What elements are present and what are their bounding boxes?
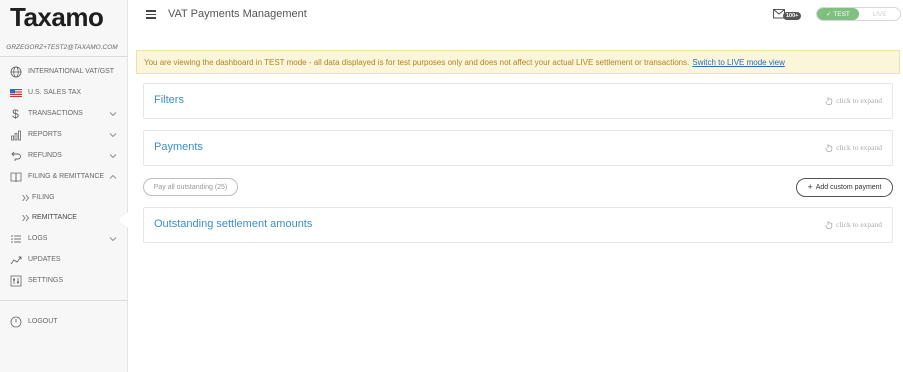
double-chevron-icon [19, 211, 32, 224]
sidebar-item-label: U.S. SALES TAX [28, 89, 82, 96]
us-flag-icon [9, 86, 22, 99]
expand-hint: click to expand [825, 143, 882, 152]
sidebar-item-refunds[interactable]: REFUNDS [0, 146, 127, 166]
sidebar-item-label: REFUNDS [28, 152, 62, 159]
sidebar-item-reports[interactable]: REPORTS [0, 125, 127, 145]
hand-pointer-icon [825, 144, 833, 152]
sidebar-item-updates[interactable]: UPDATES [0, 250, 127, 270]
test-mode-option[interactable]: ✓ TEST [817, 8, 859, 20]
switch-live-link[interactable]: Switch to LIVE mode view [692, 58, 784, 67]
chevron-down-icon [109, 133, 117, 138]
book-icon [9, 170, 22, 183]
sidebar-item-label: TRANSACTIONS [28, 110, 83, 117]
bar-chart-icon [9, 128, 22, 141]
trend-icon [9, 253, 22, 266]
panel-title: Filters [154, 94, 184, 106]
globe-icon [9, 65, 22, 78]
sidebar-item-label: UPDATES [28, 256, 61, 263]
page-title: VAT Payments Management [168, 8, 307, 20]
user-email: GRZEGORZ+TEST2@TAXAMO.COM [6, 44, 118, 51]
top-bar: VAT Payments Management 100+ ✓ TEST LIVE [128, 0, 903, 40]
sidebar-subitem-filing[interactable]: FILING [0, 188, 127, 208]
hand-pointer-icon [825, 97, 833, 105]
logout-button[interactable]: LOGOUT [0, 312, 127, 332]
plus-icon: + [807, 182, 813, 192]
expand-hint-text: click to expand [836, 220, 882, 229]
chevron-down-icon [109, 112, 117, 117]
refund-arrow-icon [9, 149, 22, 162]
sidebar-item-transactions[interactable]: $ TRANSACTIONS [0, 104, 127, 124]
dollar-icon: $ [12, 106, 19, 121]
sidebar-item-international-vat[interactable]: INTERNATIONAL VAT/GST [0, 62, 127, 82]
filters-panel[interactable]: Filters click to expand [143, 83, 893, 119]
pay-all-outstanding-button[interactable]: Pay all outstanding (25) [143, 178, 238, 196]
logout-label: LOGOUT [28, 318, 58, 325]
expand-hint: click to expand [825, 96, 882, 105]
divider [0, 300, 128, 301]
add-custom-payment-button[interactable]: + Add custom payment [796, 178, 893, 197]
sidebar-item-logs[interactable]: LOGS [0, 229, 127, 249]
notification-badge: 100+ [783, 12, 802, 20]
expand-hint: click to expand [825, 220, 882, 229]
outstanding-settlement-panel[interactable]: Outstanding settlement amounts click to … [143, 207, 893, 243]
power-icon [9, 315, 22, 328]
banner-text: You are viewing the dashboard in TEST mo… [144, 57, 690, 67]
expand-hint-text: click to expand [836, 143, 882, 152]
panel-title: Payments [154, 141, 203, 153]
chevron-down-icon [109, 154, 117, 159]
sidebar-item-label: SETTINGS [28, 277, 64, 284]
divider [0, 56, 128, 57]
list-icon [9, 232, 22, 245]
expand-hint-text: click to expand [836, 96, 882, 105]
menu-toggle-icon[interactable] [146, 10, 156, 19]
taxamo-logo[interactable]: Taxamo [10, 2, 104, 33]
active-item-indicator [119, 212, 128, 228]
sidebar-item-filing-remittance[interactable]: FILING & REMITTANCE [0, 167, 127, 187]
test-mode-banner: You are viewing the dashboard in TEST mo… [136, 50, 900, 74]
sidebar-item-us-sales-tax[interactable]: U.S. SALES TAX [0, 83, 127, 103]
sidebar: Taxamo GRZEGORZ+TEST2@TAXAMO.COM INTERNA… [0, 0, 128, 372]
sidebar-item-label: REMITTANCE [32, 214, 77, 221]
sidebar-item-settings[interactable]: SETTINGS [0, 271, 127, 291]
hand-pointer-icon [825, 221, 833, 229]
live-mode-option[interactable]: LIVE [859, 8, 900, 20]
sidebar-item-label: FILING & REMITTANCE [28, 173, 105, 180]
mode-toggle[interactable]: ✓ TEST LIVE [816, 7, 901, 21]
panel-title: Outstanding settlement amounts [154, 218, 313, 230]
sidebar-item-label: INTERNATIONAL VAT/GST [28, 68, 115, 75]
chevron-up-icon [109, 174, 117, 179]
sidebar-item-label: LOGS [28, 235, 48, 242]
sliders-icon [9, 274, 22, 287]
double-chevron-icon [19, 191, 32, 204]
chevron-down-icon [109, 237, 117, 242]
payments-panel[interactable]: Payments click to expand [143, 130, 893, 166]
sidebar-item-label: FILING [32, 194, 55, 201]
add-custom-label: Add custom payment [815, 184, 882, 191]
sidebar-item-label: REPORTS [28, 131, 62, 138]
sidebar-subitem-remittance[interactable]: REMITTANCE [0, 208, 127, 228]
